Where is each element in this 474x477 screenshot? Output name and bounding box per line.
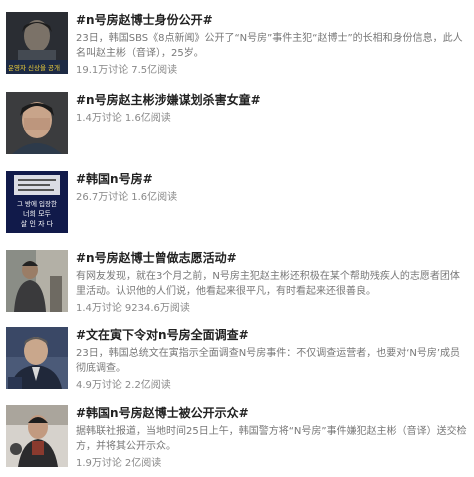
- portrait-image: 운영자 신상을 공개: [6, 12, 68, 74]
- topic-title[interactable]: #韩国n号房赵博士被公开示众#: [76, 405, 468, 421]
- topic-stats: 19.1万讨论 7.5亿阅读: [76, 63, 468, 78]
- topic-summary: 有网友发现，就在3个月之前，N号房主犯赵主彬还积极在某个帮助残疾人的志愿者团体里…: [76, 271, 460, 297]
- poster-image: 그 방에 입장한 너희 모두 살 인 자 다: [6, 171, 68, 233]
- topic-item[interactable]: #n号房赵博士曾做志愿活动# 有网友发现，就在3个月之前，N号房主犯赵主彬还积极…: [0, 250, 474, 322]
- topic-thumbnail[interactable]: [6, 250, 68, 312]
- topic-title[interactable]: #n号房赵博士曾做志愿活动#: [76, 250, 468, 266]
- poster-line-2: 너희 모두: [23, 209, 52, 218]
- topic-thumbnail[interactable]: [6, 327, 68, 389]
- topic-summary: 据韩联社报道，当地时间25日上午，韩国警方将“N号房”事件嫌犯赵主彬（音译）送交…: [76, 426, 467, 452]
- topic-title[interactable]: #n号房赵主彬涉嫌谋划杀害女童#: [76, 92, 468, 108]
- read-count: 1.6亿阅读: [131, 192, 178, 203]
- read-count: 2亿阅读: [124, 458, 162, 469]
- topic-stats: 1.4万讨论 1.6亿阅读: [76, 111, 468, 126]
- topic-thumbnail[interactable]: 그 방에 입장한 너희 모두 살 인 자 다: [6, 171, 68, 233]
- discussion-count: 26.7万讨论: [76, 192, 129, 203]
- topic-item[interactable]: 운영자 신상을 공개 #n号房赵博士身份公开# 23日，韩国SBS《8点新闻》公…: [0, 12, 474, 84]
- topic-stats: 1.4万讨论 9234.6万阅读: [76, 301, 468, 316]
- poster-line-3: 살 인 자 다: [21, 219, 54, 228]
- photo-image: [6, 250, 68, 312]
- portrait-image: [6, 327, 68, 389]
- topic-stats: 26.7万讨论 1.6亿阅读: [76, 190, 468, 205]
- topic-item[interactable]: #文在寅下令对n号房全面调查# 23日，韩国总统文在寅指示全面调查N号房事件：不…: [0, 327, 474, 399]
- discussion-count: 1.9万讨论: [76, 458, 122, 469]
- topic-thumbnail[interactable]: 운영자 신상을 공개: [6, 12, 68, 74]
- read-count: 1.6亿阅读: [124, 113, 171, 124]
- topic-title[interactable]: #韩国n号房#: [76, 171, 468, 187]
- portrait-image: [6, 92, 68, 154]
- topic-item[interactable]: #n号房赵主彬涉嫌谋划杀害女童# 1.4万讨论 1.6亿阅读: [0, 92, 474, 164]
- discussion-count: 1.4万讨论: [76, 113, 122, 124]
- read-count: 9234.6万阅读: [124, 303, 190, 314]
- read-count: 7.5亿阅读: [131, 65, 178, 76]
- thumbnail-caption: 운영자 신상을 공개: [8, 63, 60, 72]
- discussion-count: 1.4万讨论: [76, 303, 122, 314]
- topic-summary: 23日，韩国SBS《8点新闻》公开了“N号房”事件主犯“赵博士”的长相和身份信息…: [76, 33, 463, 59]
- topic-list: 운영자 신상을 공개 #n号房赵博士身份公开# 23日，韩国SBS《8点新闻》公…: [0, 0, 474, 475]
- photo-image: [6, 405, 68, 467]
- topic-thumbnail[interactable]: [6, 405, 68, 467]
- discussion-count: 4.9万讨论: [76, 380, 122, 391]
- poster-line-1: 그 방에 입장한: [17, 199, 57, 208]
- topic-stats: 1.9万讨论 2亿阅读: [76, 456, 468, 471]
- topic-summary: 23日，韩国总统文在寅指示全面调查N号房事件：不仅调查运营者，也要对‘N号房’成…: [76, 348, 461, 374]
- topic-item[interactable]: 그 방에 입장한 너희 모두 살 인 자 다 #韩国n号房# 26.7万讨论 1.…: [0, 171, 474, 243]
- read-count: 2.2亿阅读: [124, 380, 171, 391]
- topic-title[interactable]: #文在寅下令对n号房全面调查#: [76, 327, 468, 343]
- topic-title[interactable]: #n号房赵博士身份公开#: [76, 12, 468, 28]
- topic-thumbnail[interactable]: [6, 92, 68, 154]
- discussion-count: 19.1万讨论: [76, 65, 129, 76]
- topic-item[interactable]: #韩国n号房赵博士被公开示众# 据韩联社报道，当地时间25日上午，韩国警方将“N…: [0, 405, 474, 477]
- topic-stats: 4.9万讨论 2.2亿阅读: [76, 378, 468, 393]
